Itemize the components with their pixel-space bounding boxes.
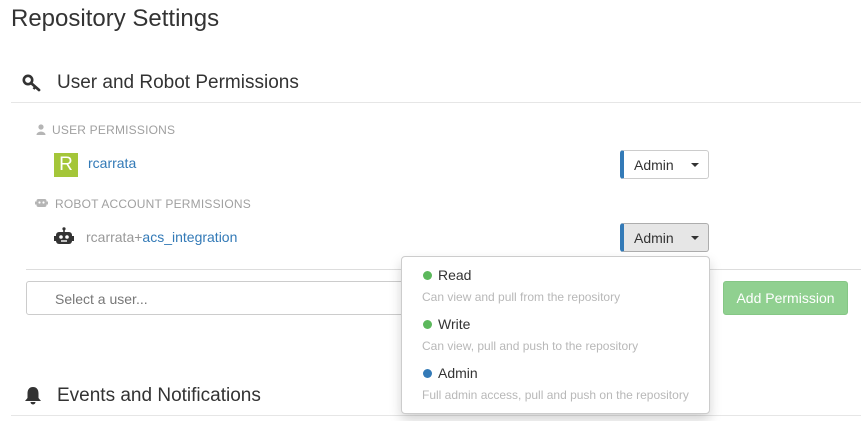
role-option-description: Full admin access, pull and push on the … (422, 388, 689, 402)
user-icon (36, 124, 46, 135)
section-divider (11, 415, 861, 416)
avatar: R (54, 153, 78, 177)
role-label: Admin (634, 157, 674, 173)
role-option-admin[interactable]: Admin Full admin access, pull and push o… (402, 361, 709, 410)
role-dropdown-menu: Read Can view and pull from the reposito… (401, 256, 710, 414)
role-option-title: Admin (438, 365, 478, 381)
robot-namespace-prefix: rcarrata+ (86, 229, 143, 245)
robot-role-dropdown-button[interactable]: Admin (620, 223, 709, 252)
role-option-title: Write (438, 316, 471, 332)
robot-account-link[interactable]: rcarrata+acs_integration (86, 229, 237, 245)
robot-avatar-icon (54, 227, 74, 247)
select-user-placeholder: Select a user... (55, 291, 148, 307)
user-permissions-header: USER PERMISSIONS (52, 123, 176, 137)
user-link[interactable]: rcarrata (88, 155, 136, 171)
role-option-description: Can view and pull from the repository (422, 290, 621, 304)
blue-dot-icon (423, 369, 432, 378)
permissions-section-title: User and Robot Permissions (57, 72, 299, 93)
role-option-write[interactable]: Write Can view, pull and push to the rep… (402, 312, 709, 361)
bell-icon (24, 386, 42, 405)
add-permission-button[interactable]: Add Permission (723, 281, 848, 315)
events-section-title: Events and Notifications (57, 385, 261, 406)
green-dot-icon (423, 320, 432, 329)
page-title: Repository Settings (11, 5, 220, 32)
robot-shortname: acs_integration (142, 229, 238, 245)
user-role-dropdown-button[interactable]: Admin (620, 150, 709, 179)
role-option-description: Can view, pull and push to the repositor… (422, 339, 639, 353)
robot-icon (35, 197, 48, 208)
caret-down-icon (691, 236, 699, 240)
section-divider (11, 102, 861, 103)
caret-down-icon (691, 163, 699, 167)
robot-permissions-header: ROBOT ACCOUNT PERMISSIONS (55, 197, 251, 211)
key-icon (22, 74, 42, 92)
role-option-title: Read (438, 267, 472, 283)
role-label: Admin (634, 230, 674, 246)
role-option-read[interactable]: Read Can view and pull from the reposito… (402, 263, 709, 312)
green-dot-icon (423, 271, 432, 280)
